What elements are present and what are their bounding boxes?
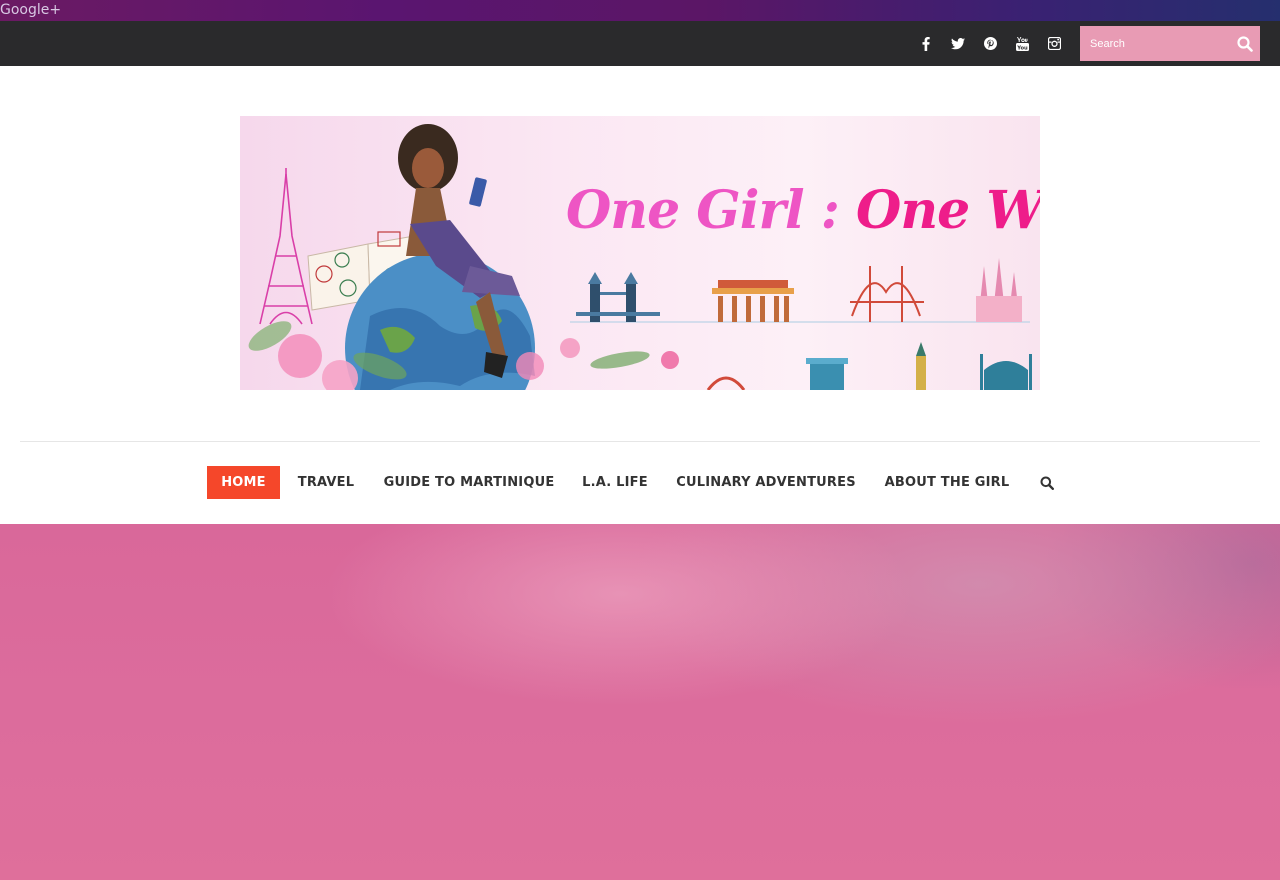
- search-icon: [1040, 476, 1054, 490]
- facebook-icon[interactable]: [914, 21, 938, 66]
- nav-item-culinary-adventures[interactable]: CULINARY ADVENTURES: [666, 466, 866, 499]
- banner-title: One Girl : One World: [566, 180, 1040, 241]
- skyline-illustration: [570, 258, 1032, 390]
- nav-item-la-life[interactable]: L.A. LIFE: [574, 466, 656, 499]
- featured-hero-image[interactable]: [0, 524, 1280, 880]
- parthenon-illustration: [810, 364, 844, 390]
- main-nav: HOME TRAVEL GUIDE TO MARTINIQUE L.A. LIF…: [0, 466, 1280, 499]
- svg-text:You: You: [1016, 45, 1028, 50]
- google-plus-link[interactable]: Google+: [0, 2, 61, 18]
- banner-illustration: [248, 124, 1032, 390]
- big-ben-illustration: [916, 356, 926, 390]
- banner-title-part1: One Girl :: [566, 180, 840, 241]
- nav-item-about-the-girl[interactable]: ABOUT THE GIRL: [876, 466, 1018, 499]
- twitter-icon[interactable]: [946, 21, 970, 66]
- pinterest-icon[interactable]: [978, 21, 1002, 66]
- search-icon: [1237, 35, 1253, 52]
- banner-title-part2: One World: [856, 180, 1040, 241]
- blue-mosque-illustration: [984, 361, 1028, 390]
- eiffel-tower-illustration: [259, 168, 313, 325]
- nav-item-travel[interactable]: TRAVEL: [286, 466, 366, 499]
- search-box: [1080, 26, 1260, 61]
- search-input[interactable]: [1080, 26, 1230, 61]
- nav-item-guide-to-martinique[interactable]: GUIDE TO MARTINIQUE: [374, 466, 564, 499]
- search-button[interactable]: [1230, 26, 1260, 61]
- top-bar: You: [0, 21, 1280, 66]
- header-banner[interactable]: One Girl : One World: [240, 116, 1040, 390]
- instagram-icon[interactable]: [1042, 21, 1066, 66]
- youtube-icon[interactable]: You: [1010, 21, 1034, 66]
- nav-search-button[interactable]: [1037, 466, 1057, 499]
- google-plus-strip: Google+: [0, 0, 1280, 21]
- nav-item-home[interactable]: HOME: [207, 466, 280, 499]
- nav-divider: [20, 441, 1260, 442]
